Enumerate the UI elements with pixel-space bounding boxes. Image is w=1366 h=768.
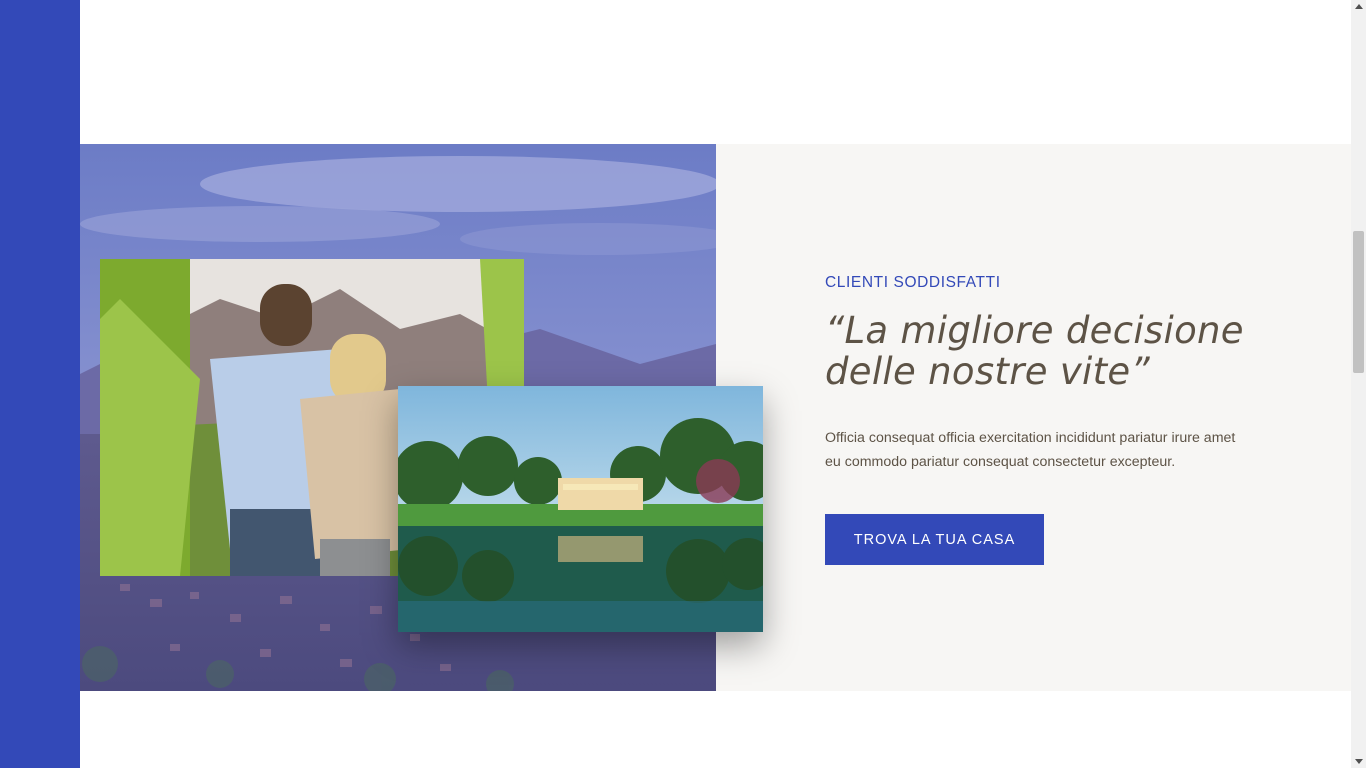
lake-house-image: [398, 386, 763, 632]
find-your-home-button[interactable]: TROVA LA TUA CASA: [825, 514, 1044, 565]
testimonial-description: Officia consequat officia exercitation i…: [825, 430, 1236, 470]
left-sidebar-bar: [0, 0, 80, 768]
next-section-area: [80, 691, 1351, 768]
testimonial-content-panel: [716, 144, 1351, 691]
page-scrollbar[interactable]: [1351, 0, 1366, 768]
testimonial-section: CLIENTI SODDISFATTI “La migliore decisio…: [80, 144, 1351, 691]
previous-section-area: [80, 0, 1351, 144]
testimonial-quote: “La migliore decisione delle nostre vite…: [825, 309, 1244, 393]
scroll-up-icon[interactable]: [1355, 4, 1363, 9]
scroll-thumb[interactable]: [1353, 231, 1364, 373]
scroll-down-icon[interactable]: [1355, 759, 1363, 764]
section-eyebrow: CLIENTI SODDISFATTI: [825, 274, 1001, 291]
